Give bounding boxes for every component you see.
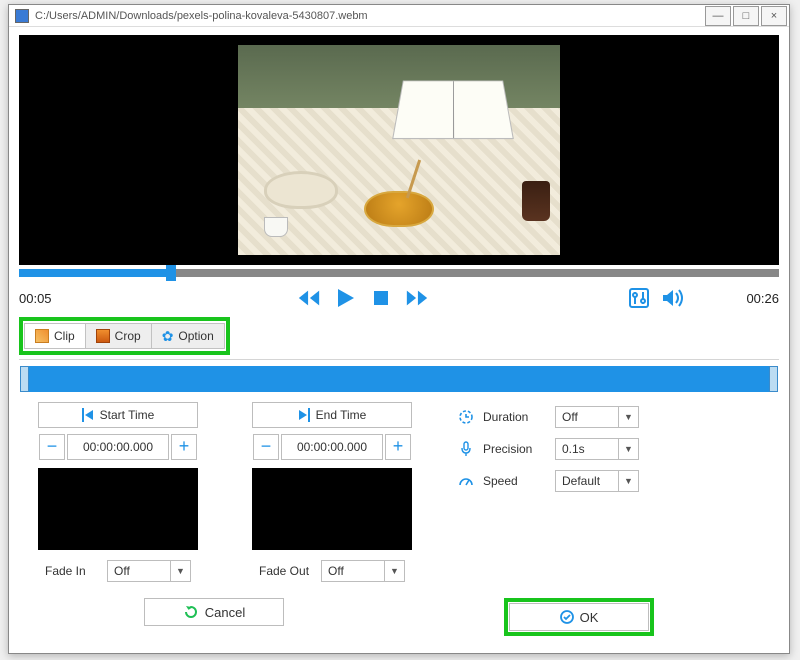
close-button[interactable]: × [761, 6, 787, 26]
volume-icon[interactable] [661, 286, 685, 310]
chevron-down-icon[interactable]: ▼ [170, 561, 190, 581]
start-column: Start Time − + Fade In Off ▼ [23, 402, 213, 592]
tab-clip[interactable]: Clip [24, 323, 86, 349]
settings-icon[interactable] [627, 286, 651, 310]
video-preview [19, 35, 779, 265]
crop-icon [96, 329, 110, 343]
precision-select[interactable]: 0.1s ▼ [555, 438, 639, 460]
speed-label: Speed [483, 474, 547, 488]
chevron-down-icon[interactable]: ▼ [618, 471, 638, 491]
duration-select[interactable]: Off ▼ [555, 406, 639, 428]
start-time-decrement[interactable]: − [39, 434, 65, 460]
fade-out-label: Fade Out [259, 564, 313, 578]
ok-label: OK [580, 610, 599, 625]
precision-value: 0.1s [556, 442, 618, 456]
speed-select[interactable]: Default ▼ [555, 470, 639, 492]
end-thumbnail [252, 468, 412, 550]
titlebar: C:/Users/ADMIN/Downloads/pexels-polina-k… [9, 5, 789, 27]
clip-panel: Start Time − + Fade In Off ▼ [19, 359, 779, 644]
app-icon [15, 9, 29, 23]
seek-forward-button[interactable] [405, 286, 429, 310]
tab-crop[interactable]: Crop [86, 323, 152, 349]
options-column: Duration Off ▼ Precision 0.1s ▼ [451, 402, 775, 592]
fade-in-label: Fade In [45, 564, 99, 578]
speed-icon [457, 472, 475, 490]
window-title: C:/Users/ADMIN/Downloads/pexels-polina-k… [35, 10, 703, 22]
stop-button[interactable] [369, 286, 393, 310]
chevron-down-icon[interactable]: ▼ [618, 407, 638, 427]
transport-bar: 00:05 [19, 281, 779, 315]
end-time-decrement[interactable]: − [253, 434, 279, 460]
tab-clip-label: Clip [54, 329, 75, 343]
start-time-label: Start Time [100, 408, 155, 422]
play-button[interactable] [333, 286, 357, 310]
end-column: End Time − + Fade Out Off ▼ [237, 402, 427, 592]
tab-crop-label: Crop [115, 329, 141, 343]
start-time-increment[interactable]: + [171, 434, 197, 460]
footer: Cancel OK [19, 598, 779, 644]
cancel-button[interactable]: Cancel [144, 598, 284, 626]
end-time-label: End Time [316, 408, 367, 422]
ok-highlight: OK [504, 598, 654, 636]
precision-label: Precision [483, 442, 547, 456]
end-time-input[interactable] [281, 434, 383, 460]
minimize-button[interactable]: — [705, 6, 731, 26]
seek-back-button[interactable] [297, 286, 321, 310]
progress-handle[interactable] [166, 265, 176, 281]
duration-value: Off [556, 410, 618, 424]
app-window: C:/Users/ADMIN/Downloads/pexels-polina-k… [8, 4, 790, 654]
fade-in-select[interactable]: Off ▼ [107, 560, 191, 582]
total-time: 00:26 [699, 291, 779, 306]
chevron-down-icon[interactable]: ▼ [618, 439, 638, 459]
cancel-label: Cancel [205, 605, 245, 620]
clock-icon [457, 408, 475, 426]
duration-label: Duration [483, 410, 547, 424]
fade-out-select[interactable]: Off ▼ [321, 560, 405, 582]
tabs-highlight: Clip Crop ✿ Option [19, 317, 230, 355]
start-time-button[interactable]: Start Time [38, 402, 198, 428]
clip-icon [35, 329, 49, 343]
current-time: 00:05 [19, 291, 99, 306]
mic-icon [457, 440, 475, 458]
end-time-increment[interactable]: + [385, 434, 411, 460]
progress-slider[interactable] [19, 269, 779, 277]
fade-in-value: Off [108, 564, 170, 578]
speed-value: Default [556, 474, 618, 488]
tab-option[interactable]: ✿ Option [152, 323, 225, 349]
video-frame [238, 45, 560, 255]
ok-button[interactable]: OK [509, 603, 649, 631]
tab-option-label: Option [178, 329, 213, 343]
fade-out-value: Off [322, 564, 384, 578]
clip-timeline[interactable] [21, 366, 777, 392]
chevron-down-icon[interactable]: ▼ [384, 561, 404, 581]
end-time-button[interactable]: End Time [252, 402, 412, 428]
start-time-input[interactable] [67, 434, 169, 460]
start-thumbnail [38, 468, 198, 550]
maximize-button[interactable]: □ [733, 6, 759, 26]
gear-icon: ✿ [162, 329, 174, 343]
